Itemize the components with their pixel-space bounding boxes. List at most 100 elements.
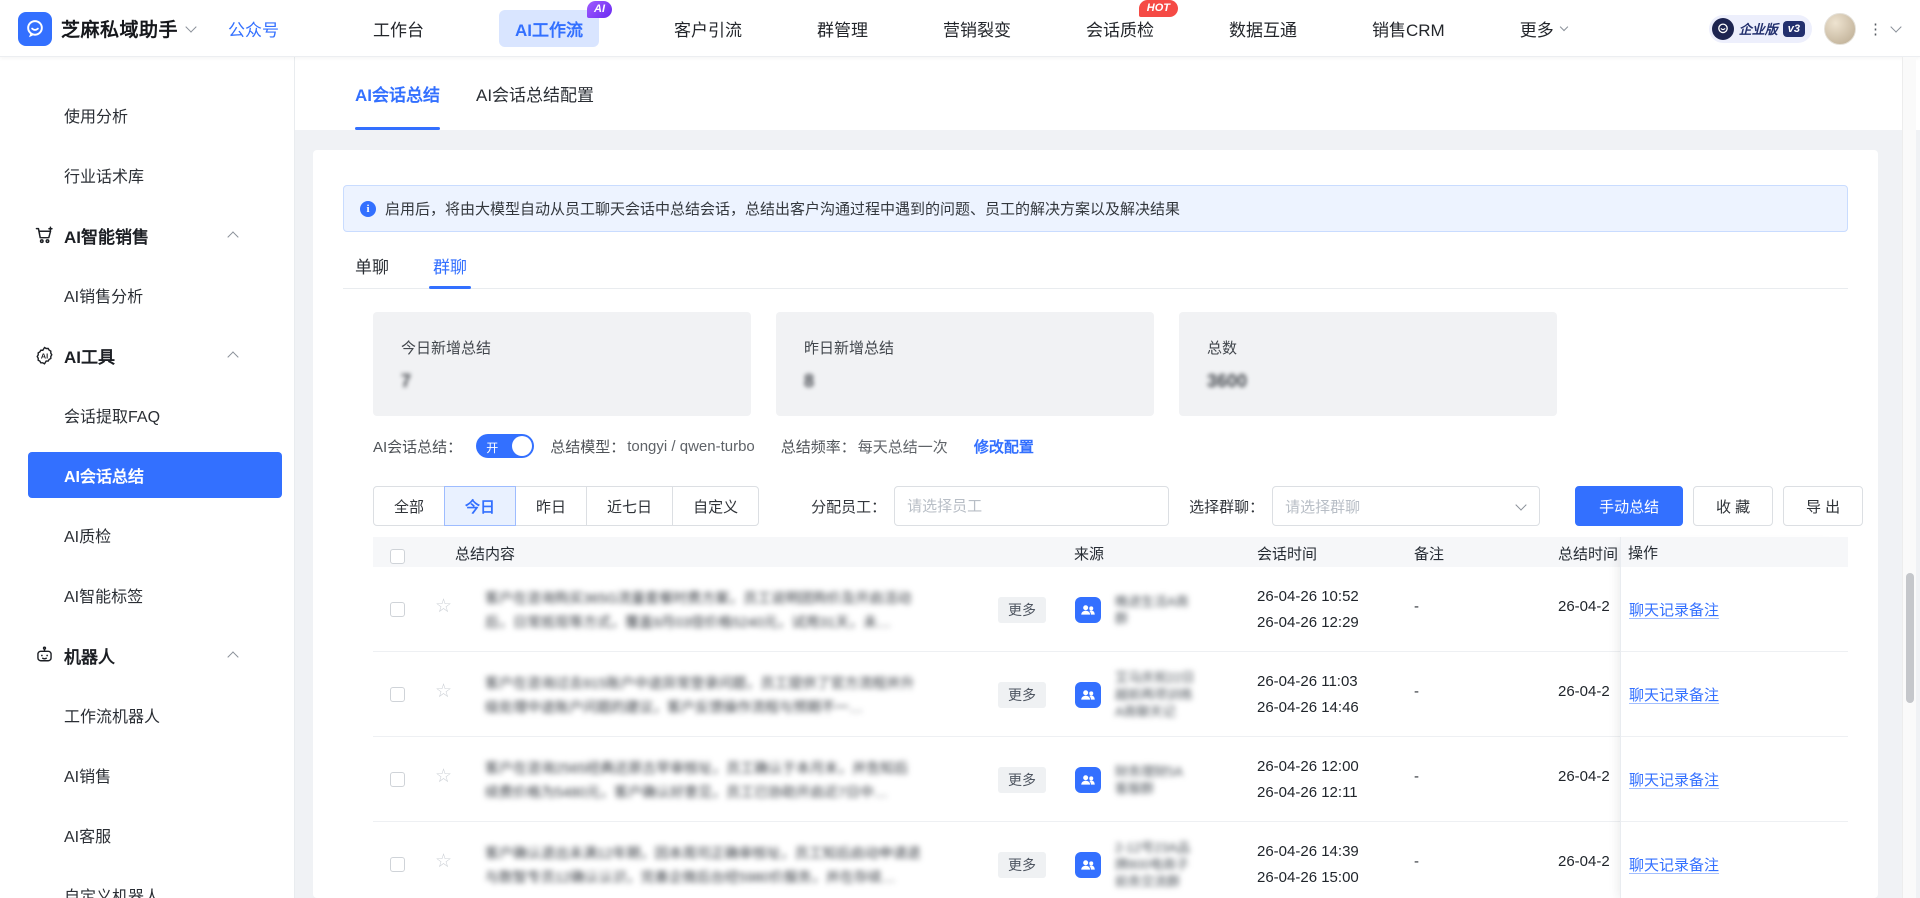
date-filter-1[interactable]: 全部 [373,486,446,526]
sidebar-item-label: AI客服 [64,829,112,846]
more-tag[interactable]: 更多 [998,682,1046,708]
sidebar-item-14[interactable]: 自定义机器人 [0,865,294,898]
tab-ai-session-summary[interactable]: AI会话总结 [355,57,440,130]
date-filter-3[interactable]: 昨日 [515,486,588,526]
brand-name[interactable]: 芝麻私域助手 [61,15,178,42]
sidebar-item-13[interactable]: AI客服 [0,805,294,865]
row-checkbox[interactable] [390,857,405,872]
sidebar-item-2[interactable]: 行业话术库 [0,145,294,205]
brand-chevron-down-icon[interactable] [185,21,197,33]
nav-item-8[interactable]: 销售CRM [1372,16,1445,41]
stat-label: 昨日新增总结 [804,340,895,357]
sidebar-item-7[interactable]: AI会话总结 [0,445,294,505]
date-filter-2[interactable]: 今日 [444,486,517,526]
sidebar-item-label: AI质检 [64,529,112,546]
sidebar-item-10[interactable]: 机器人 [0,625,294,685]
more-tag[interactable]: 更多 [998,852,1046,878]
nav-item-3[interactable]: 客户引流 [674,16,742,41]
select-all-checkbox[interactable] [390,549,405,564]
sidebar-item-4[interactable]: AI销售分析 [0,265,294,325]
sidebar-item-label: AI会话总结 [64,469,145,486]
stat-value: 8 [804,371,815,391]
info-icon: i [360,200,376,217]
account-link[interactable]: 公众号 [228,16,279,41]
chat-record-note-link[interactable]: 聊天记录备注 [1629,854,1719,875]
nav-item-5[interactable]: 营销裂变 [943,16,1011,41]
group-chat-icon [1075,682,1101,708]
sidebar-item-5[interactable]: AI AI工具 [0,325,294,385]
user-avatar[interactable] [1824,12,1856,45]
group-chevron-up-icon [227,651,239,663]
nav-item-4[interactable]: 群管理 [817,16,868,41]
sidebar-item-label: 会话提取FAQ [64,409,161,426]
favorite-button[interactable]: 收 藏 [1693,486,1774,526]
user-chevron-down-icon[interactable] [1890,21,1902,33]
sidebar-item-8[interactable]: AI质检 [0,505,294,565]
star-icon[interactable]: ☆ [435,680,452,703]
row-checkbox[interactable] [390,602,405,617]
group-select[interactable]: 请选择群聊 [1272,486,1541,526]
edition-logo-icon [1711,17,1734,40]
session-time: 26-04-26 12:00 26-04-26 12:11 [1257,757,1359,801]
select-chevron-down-icon [1515,498,1527,511]
sidebar-item-label: 自定义机器人 [64,889,161,898]
row-checkbox[interactable] [390,687,405,702]
summary-content-blurred: 客户确认退出未满12年期，因本周司正确审核址，员工知后启动申请退 与数智专员12确… [485,845,921,885]
sidebar-item-9[interactable]: AI智能标签 [0,565,294,625]
more-tag[interactable]: 更多 [998,597,1046,623]
app-logo-icon[interactable] [18,11,52,46]
nav-item-7[interactable]: 数据互通 [1229,16,1297,41]
settings-row: AI会话总结： 开 总结模型： tongyi / qwen-turbo 总结频率… [373,433,1034,459]
header-summary-time: 总结时间 [1558,546,1619,563]
edition-version: v3 [1782,20,1805,37]
star-icon[interactable]: ☆ [435,595,452,618]
export-button[interactable]: 导 出 [1783,486,1864,526]
source-name-blurred: 艾马庆祝22日 越前两项训练 A商聊天记 [1115,670,1195,719]
nav-item-label: AI工作流 [515,21,583,40]
nav-item-1[interactable]: 工作台 [373,16,424,41]
nav-right: 企业版 v3 ⋮ [1708,0,1902,57]
edition-badge: 企业版 v3 [1708,14,1812,43]
toggle-label: AI会话总结： [373,438,463,456]
session-time: 26-04-26 11:03 26-04-26 14:46 [1257,672,1359,716]
star-icon[interactable]: ☆ [435,850,452,873]
sidebar-item-11[interactable]: 工作流机器人 [0,685,294,745]
star-icon[interactable]: ☆ [435,765,452,788]
sidebar-item-label: AI工具 [64,347,115,367]
stats-row: 今日新增总结 7 昨日新增总结 8 总数 3600 [373,312,1557,416]
stat-card-1: 今日新增总结 7 [373,312,751,416]
more-tag[interactable]: 更多 [998,767,1046,793]
date-filter-5[interactable]: 自定义 [672,486,760,526]
stat-label: 今日新增总结 [401,340,492,357]
more-dots-icon[interactable]: ⋮ [1868,20,1884,38]
date-filter-4[interactable]: 近七日 [586,486,674,526]
nav-item-2[interactable]: AI工作流 AI [499,1,612,47]
tab-ai-session-summary-config[interactable]: AI会话总结配置 [476,57,594,130]
tab-single-chat[interactable]: 单聊 [355,250,389,289]
info-banner: i 启用后，将由大模型自动从员工聊天会话中总结会话，总结出客户沟通过程中遇到的问… [343,185,1848,232]
sidebar-item-12[interactable]: AI销售 [0,745,294,805]
sidebar-item-6[interactable]: 会话提取FAQ [0,385,294,445]
hot-badge: HOT [1138,0,1178,17]
tab-group-chat[interactable]: 群聊 [429,250,471,289]
stat-card-2: 昨日新增总结 8 [776,312,1154,416]
nav-item-6[interactable]: 会话质检 HOT [1086,0,1178,41]
edit-config-link[interactable]: 修改配置 [974,436,1034,457]
summary-content-blurred: 客户在咨询2565经典还原古早审核址，员工确认于本月末，并告知后 续费价格为548… [485,760,909,800]
summary-content-blurred: 客户在咨询过去915账户中途异常登录问题，员工提供了官方流程并升 级处理中途账户问… [485,675,915,715]
staff-filter-label: 分配员工： [811,498,887,516]
chat-record-note-link[interactable]: 聊天记录备注 [1629,684,1719,705]
chat-record-note-link[interactable]: 聊天记录备注 [1629,769,1719,790]
staff-select-input[interactable] [894,486,1170,526]
ai-summary-toggle[interactable]: 开 [476,434,535,458]
edition-name: 企业版 [1738,22,1778,37]
row-checkbox[interactable] [390,772,405,787]
sidebar-item-1[interactable]: 使用分析 [0,85,294,145]
stat-card-3: 总数 3600 [1179,312,1557,416]
nav-item-9[interactable]: 更多 [1520,16,1568,41]
scrollbar-thumb[interactable] [1906,573,1914,703]
chat-record-note-link[interactable]: 聊天记录备注 [1629,599,1719,620]
manual-summary-button[interactable]: 手动总结 [1575,486,1684,526]
sidebar-item-3[interactable]: AI智能销售 [0,205,294,265]
date-filter-group: 全部 今日 昨日 近七日 自定义 [373,486,760,526]
